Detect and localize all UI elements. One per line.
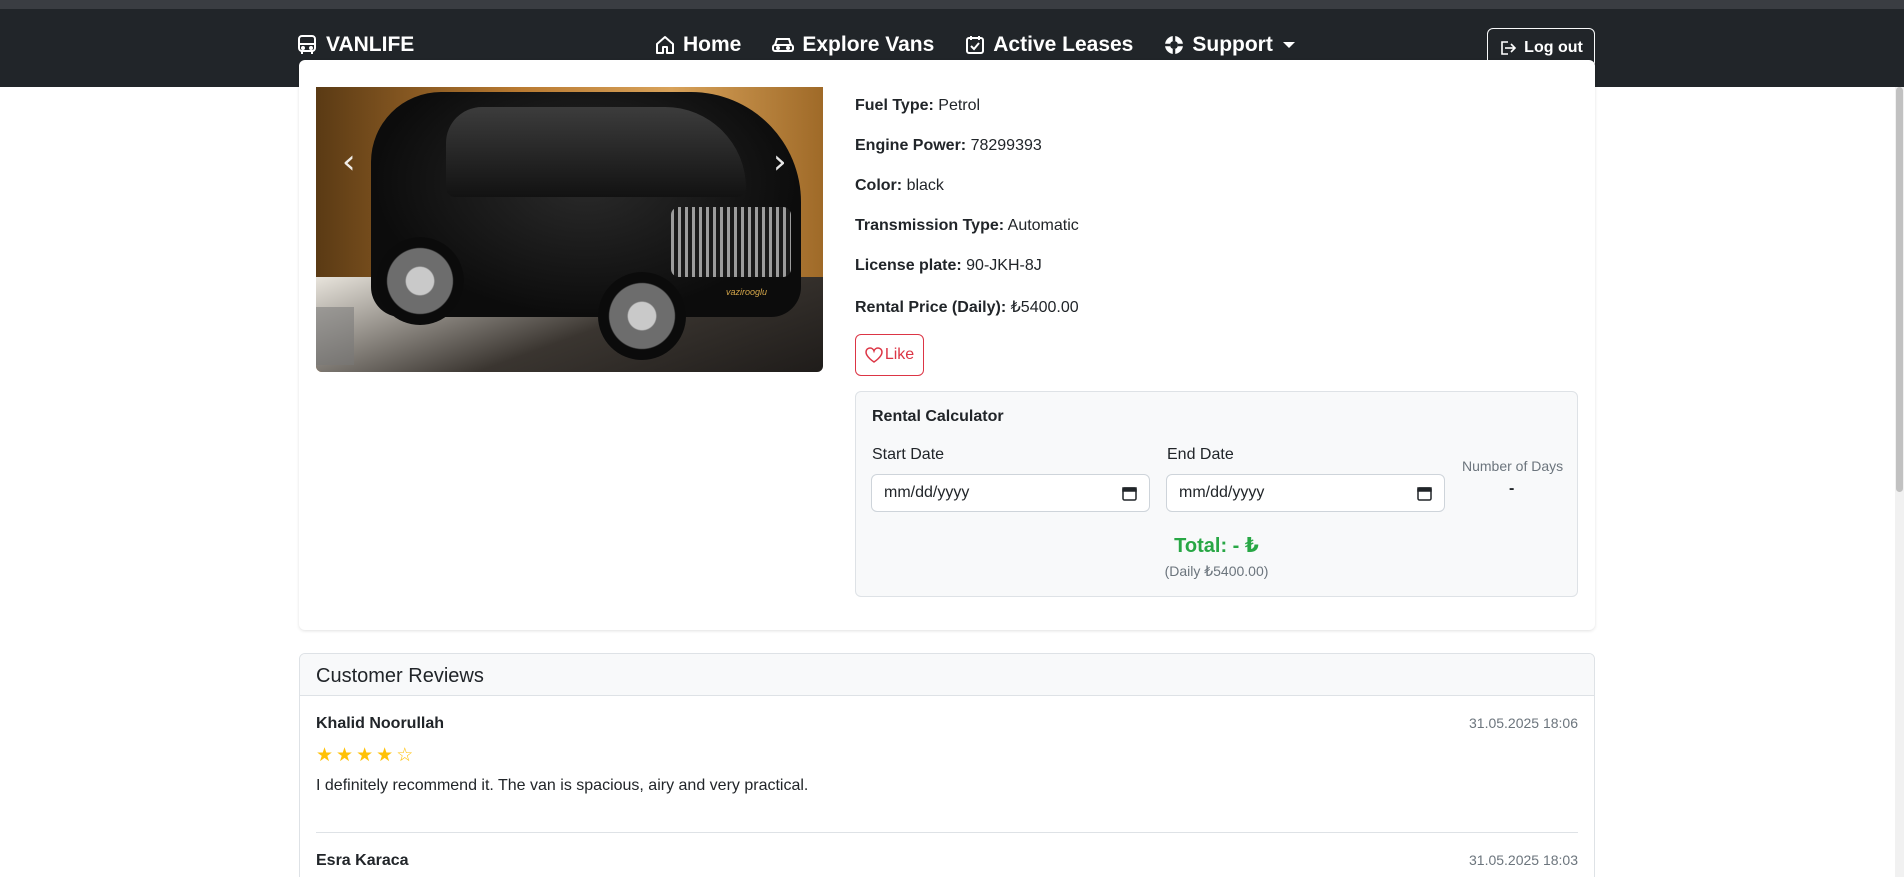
end-date-placeholder: mm/dd/yyyy (1179, 484, 1265, 501)
nav-explore-vans[interactable]: Explore Vans (772, 33, 934, 57)
spec-color: Color: black (855, 177, 944, 194)
number-of-days-label: Number of Days (1462, 458, 1564, 474)
van-image-carousel[interactable]: vazirooglu ‹ › (316, 87, 823, 372)
spec-fuel-type: Fuel Type: Petrol (855, 97, 981, 114)
carousel-thumbnail[interactable] (316, 307, 354, 365)
star-filled-icon: ★ (336, 744, 354, 766)
review-date: 31.05.2025 18:03 (1469, 852, 1578, 868)
star-filled-icon: ★ (356, 744, 374, 766)
nav-active-leases[interactable]: Active Leases (965, 33, 1133, 57)
review-divider (316, 832, 1578, 833)
end-date-label: End Date (1167, 446, 1234, 463)
star-empty-icon: ☆ (396, 744, 414, 766)
nav-leases-label: Active Leases (993, 33, 1134, 56)
number-of-days-value: - (1509, 480, 1515, 497)
van-wheel (376, 237, 464, 325)
star-filled-icon: ★ (316, 744, 334, 766)
spec-engine-power: Engine Power: 78299393 (855, 137, 1042, 154)
start-date-placeholder: mm/dd/yyyy (884, 484, 970, 501)
reviewer-name: Khalid Noorullah (316, 715, 444, 732)
brand-name: VANLIFE (326, 33, 415, 56)
rental-calculator: Rental Calculator Start Date mm/dd/yyyy … (855, 391, 1578, 597)
calendar-check-icon (966, 36, 985, 54)
calendar-icon (1122, 486, 1137, 501)
heart-icon (865, 347, 883, 363)
car-icon (772, 38, 795, 52)
van-windshield (446, 107, 746, 197)
calendar-icon (1417, 486, 1432, 501)
carousel-prev-button[interactable]: ‹ (342, 142, 356, 182)
van-plate-logo: vazirooglu (726, 287, 768, 297)
main-nav: Home Explore Vans Active Leases Support (655, 33, 1295, 57)
van-wheel (598, 272, 686, 360)
end-date-input[interactable]: mm/dd/yyyy (1166, 474, 1445, 512)
chevron-down-icon (1282, 42, 1295, 48)
star-rating: ★ ★ ★ ★ ☆ (316, 744, 413, 766)
start-date-label: Start Date (872, 446, 945, 463)
lifebuoy-icon (1165, 36, 1184, 54)
reviewer-name: Esra Karaca (316, 852, 409, 869)
nav-explore-label: Explore Vans (802, 33, 935, 56)
review-date: 31.05.2025 18:06 (1469, 715, 1578, 731)
nav-support-dropdown[interactable]: Support (1164, 33, 1295, 57)
like-button[interactable]: Like (855, 334, 924, 376)
bus-icon (298, 35, 316, 54)
home-icon (656, 36, 674, 54)
rental-total: Total: - ₺ (1174, 535, 1259, 557)
spec-transmission: Transmission Type: Automatic (855, 217, 1079, 234)
daily-price-note: (Daily ₺5400.00) (1164, 563, 1269, 579)
brand[interactable]: VANLIFE (297, 33, 414, 57)
nav-home-label: Home (683, 33, 742, 56)
logout-label: Log out (1524, 39, 1583, 56)
spec-license-plate: License plate: 90-JKH-8J (855, 257, 1042, 274)
star-filled-icon: ★ (376, 744, 394, 766)
spec-rental-price: Rental Price (Daily): ₺5400.00 (855, 299, 1079, 316)
reviews-title: Customer Reviews (300, 654, 1594, 696)
nav-home[interactable]: Home (655, 33, 741, 57)
like-label: Like (884, 346, 915, 363)
scrollbar-thumb[interactable] (1896, 87, 1903, 492)
nav-support-label: Support (1192, 33, 1273, 56)
customer-reviews: Customer Reviews Khalid Noorullah 31.05.… (299, 653, 1595, 877)
carousel-next-button[interactable]: › (773, 142, 787, 182)
page-scrollbar[interactable] (1895, 87, 1904, 877)
van-grille (671, 207, 791, 277)
start-date-input[interactable]: mm/dd/yyyy (871, 474, 1150, 512)
calculator-title: Rental Calculator (872, 408, 1004, 425)
browser-top-strip (0, 0, 1904, 9)
review-text: I definitely recommend it. The van is sp… (316, 777, 809, 794)
logout-icon (1501, 41, 1517, 55)
